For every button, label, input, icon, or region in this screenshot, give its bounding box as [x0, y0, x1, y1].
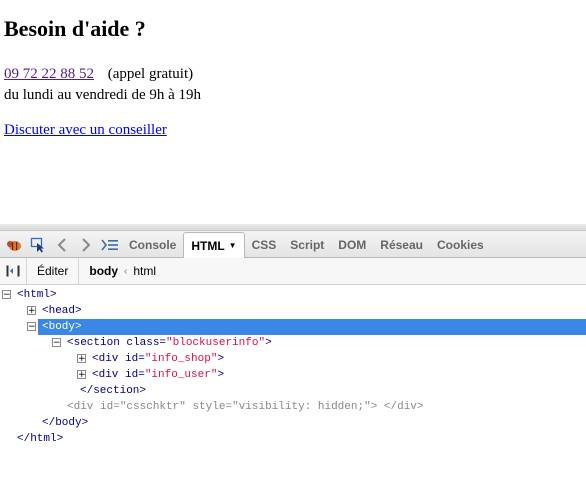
- tab-dom[interactable]: DOM: [331, 233, 373, 257]
- tab-network[interactable]: Réseau: [373, 233, 430, 257]
- html-panel-toolbar: Éditer body ‹ html: [0, 258, 586, 285]
- collapse-icon[interactable]: −: [2, 290, 11, 300]
- tab-css[interactable]: CSS: [245, 233, 284, 257]
- edit-button[interactable]: Éditer: [27, 258, 80, 284]
- devtools-panel: Console HTML ▼ CSS Script DOM Réseau Cook…: [0, 224, 586, 495]
- tab-script[interactable]: Script: [283, 233, 331, 257]
- tag-text: <body>: [42, 321, 82, 333]
- phone-link[interactable]: 09 72 22 88 52: [4, 66, 94, 82]
- tag-text: >: [265, 337, 272, 349]
- attr-name: style=: [192, 401, 233, 413]
- attr-name: id=: [125, 369, 145, 381]
- expand-icon[interactable]: +: [77, 370, 86, 380]
- tag-text: <section: [67, 337, 120, 349]
- breadcrumb-html[interactable]: html: [133, 264, 156, 278]
- breadcrumb-body[interactable]: body: [89, 264, 118, 278]
- chat-advisor-link[interactable]: Discuter avec un conseiller: [4, 122, 167, 139]
- collapse-icon[interactable]: −: [52, 338, 61, 348]
- tree-node-html[interactable]: − <html>: [0, 287, 586, 303]
- firebug-icon[interactable]: [2, 233, 26, 257]
- tree-node-info-user[interactable]: + <div id="info_user">: [0, 367, 586, 383]
- attr-name: class=: [126, 337, 167, 349]
- expand-icon[interactable]: +: [77, 354, 86, 364]
- dropdown-caret-icon[interactable]: ▼: [229, 241, 237, 250]
- attr-value: "csschktr": [119, 401, 186, 413]
- tag-text: <head>: [42, 305, 82, 317]
- tab-html[interactable]: HTML ▼: [183, 232, 245, 258]
- free-call-note: (appel gratuit): [107, 66, 194, 82]
- tab-label: DOM: [338, 238, 367, 252]
- devtools-toolbar: Console HTML ▼ CSS Script DOM Réseau Cook…: [0, 231, 586, 258]
- tab-label: HTML: [191, 238, 225, 253]
- attr-name: id=: [100, 401, 120, 413]
- tag-text: > </div>: [370, 401, 424, 413]
- tag-text: <div: [92, 353, 119, 365]
- tag-text: >: [217, 369, 225, 381]
- tree-node-section[interactable]: − <section class="blockuserinfo">: [0, 335, 586, 351]
- breadcrumb-separator-icon: ‹: [124, 265, 128, 277]
- tab-label: Cookies: [437, 238, 484, 252]
- dom-tree: − <html> + <head> − <body> − <section cl…: [0, 285, 586, 447]
- page-content: Besoin d'aide ? 09 72 22 88 52 (appel gr…: [0, 0, 586, 224]
- opening-hours: du lundi au vendredi de 9h à 19h: [4, 87, 202, 103]
- tag-text: <html>: [17, 289, 57, 301]
- tag-text: <div: [67, 401, 94, 413]
- tree-node-html-close[interactable]: </html>: [0, 431, 586, 447]
- attr-value: "info_user": [144, 369, 218, 381]
- tag-text: </body>: [42, 417, 89, 429]
- break-on-mutate-icon[interactable]: [0, 258, 27, 284]
- tree-node-body[interactable]: − <body>: [0, 319, 586, 335]
- tab-cookies[interactable]: Cookies: [430, 233, 491, 257]
- breadcrumb: body ‹ html: [79, 264, 156, 278]
- attr-value: "blockuserinfo": [166, 337, 266, 349]
- tab-label: Console: [129, 238, 177, 252]
- devtools-splitter[interactable]: [0, 224, 586, 231]
- back-arrow-icon[interactable]: [50, 233, 74, 257]
- selection-highlight: [38, 319, 586, 335]
- collapse-icon[interactable]: −: [27, 322, 36, 332]
- tag-text: </section>: [80, 385, 147, 397]
- tab-label: Réseau: [380, 238, 423, 252]
- tab-console[interactable]: Console: [122, 233, 183, 257]
- tree-node-info-shop[interactable]: + <div id="info_shop">: [0, 351, 586, 367]
- tree-node-section-close[interactable]: </section>: [0, 383, 586, 399]
- tag-text: <div: [92, 369, 119, 381]
- attr-value: "visibility: hidden;": [232, 401, 371, 413]
- tree-node-head[interactable]: + <head>: [0, 303, 586, 319]
- attr-value: "info_shop": [144, 353, 218, 365]
- help-heading: Besoin d'aide ?: [4, 16, 146, 41]
- tab-label: CSS: [251, 238, 277, 252]
- phone-line: 09 72 22 88 52 (appel gratuit): [4, 66, 193, 83]
- attr-name: id=: [125, 353, 145, 365]
- tag-text: >: [217, 353, 225, 365]
- inspect-element-icon[interactable]: [26, 233, 50, 257]
- tree-node-csschktr[interactable]: <div id="csschktr" style="visibility: hi…: [0, 399, 586, 415]
- tag-text: </html>: [17, 433, 64, 445]
- expand-icon[interactable]: +: [27, 306, 36, 316]
- tree-node-body-close[interactable]: </body>: [0, 415, 586, 431]
- forward-arrow-icon[interactable]: [74, 233, 98, 257]
- tab-label: Script: [290, 238, 325, 252]
- command-line-icon[interactable]: [98, 233, 122, 257]
